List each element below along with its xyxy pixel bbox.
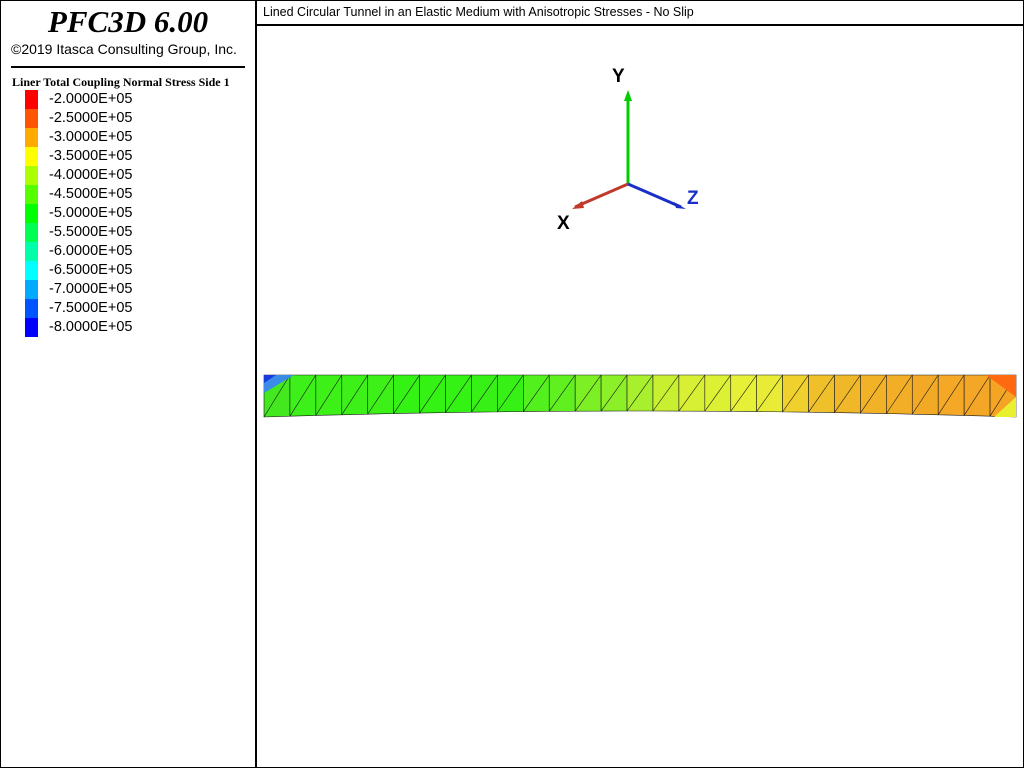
model-view-canvas[interactable]: Y X Z bbox=[257, 26, 1023, 766]
legend-swatch bbox=[25, 242, 38, 261]
legend-swatch bbox=[25, 147, 38, 166]
divider bbox=[11, 66, 245, 68]
legend-swatch bbox=[25, 261, 38, 280]
legend-swatch bbox=[25, 280, 38, 299]
app-title: PFC3D 6.00 bbox=[47, 4, 209, 39]
legend-swatch bbox=[25, 166, 38, 185]
legend-label: -4.5000E+05 bbox=[49, 186, 133, 202]
z-axis-arrowhead bbox=[674, 202, 686, 209]
legend-swatch bbox=[25, 109, 38, 128]
axis-triad: Y X Z bbox=[557, 66, 699, 234]
legend-label: -8.0000E+05 bbox=[49, 319, 133, 335]
plot-title: Lined Circular Tunnel in an Elastic Medi… bbox=[263, 5, 694, 19]
legend-label: -7.0000E+05 bbox=[49, 281, 133, 297]
liner-plot bbox=[263, 374, 1017, 418]
legend-swatch bbox=[25, 185, 38, 204]
legend-swatch bbox=[25, 299, 38, 318]
legend-label: -6.5000E+05 bbox=[49, 262, 133, 278]
legend-title: Liner Total Coupling Normal Stress Side … bbox=[12, 75, 230, 89]
z-axis-line bbox=[627, 182, 682, 209]
legend-label: -3.0000E+05 bbox=[49, 129, 133, 145]
x-axis-arrowhead bbox=[572, 201, 584, 209]
legend-swatch bbox=[25, 223, 38, 242]
legend-label: -4.0000E+05 bbox=[49, 167, 133, 183]
plot-title-bar: Lined Circular Tunnel in an Elastic Medi… bbox=[257, 1, 1023, 26]
y-axis-arrowhead bbox=[624, 90, 632, 101]
legend-label: -5.5000E+05 bbox=[49, 224, 133, 240]
x-axis-line bbox=[574, 182, 629, 209]
legend-label: -6.0000E+05 bbox=[49, 243, 133, 259]
legend-label: -5.0000E+05 bbox=[49, 205, 133, 221]
legend-label: -2.5000E+05 bbox=[49, 110, 133, 126]
legend-swatch bbox=[25, 128, 38, 147]
z-axis-label: Z bbox=[687, 188, 699, 209]
legend-swatch bbox=[25, 90, 38, 109]
x-axis-label: X bbox=[557, 213, 570, 234]
legend-label: -7.5000E+05 bbox=[49, 300, 133, 316]
legend-swatch bbox=[25, 318, 38, 337]
legend-label: -2.0000E+05 bbox=[49, 91, 133, 107]
copyright-notice: ©2019 Itasca Consulting Group, Inc. bbox=[11, 41, 237, 57]
legend-swatch bbox=[25, 204, 38, 223]
legend-label: -3.5000E+05 bbox=[49, 148, 133, 164]
model-viewport[interactable]: Y X Z bbox=[257, 26, 1023, 766]
legend-panel: PFC3D 6.00 ©2019 Itasca Consulting Group… bbox=[1, 1, 257, 767]
y-axis-label: Y bbox=[612, 66, 625, 87]
